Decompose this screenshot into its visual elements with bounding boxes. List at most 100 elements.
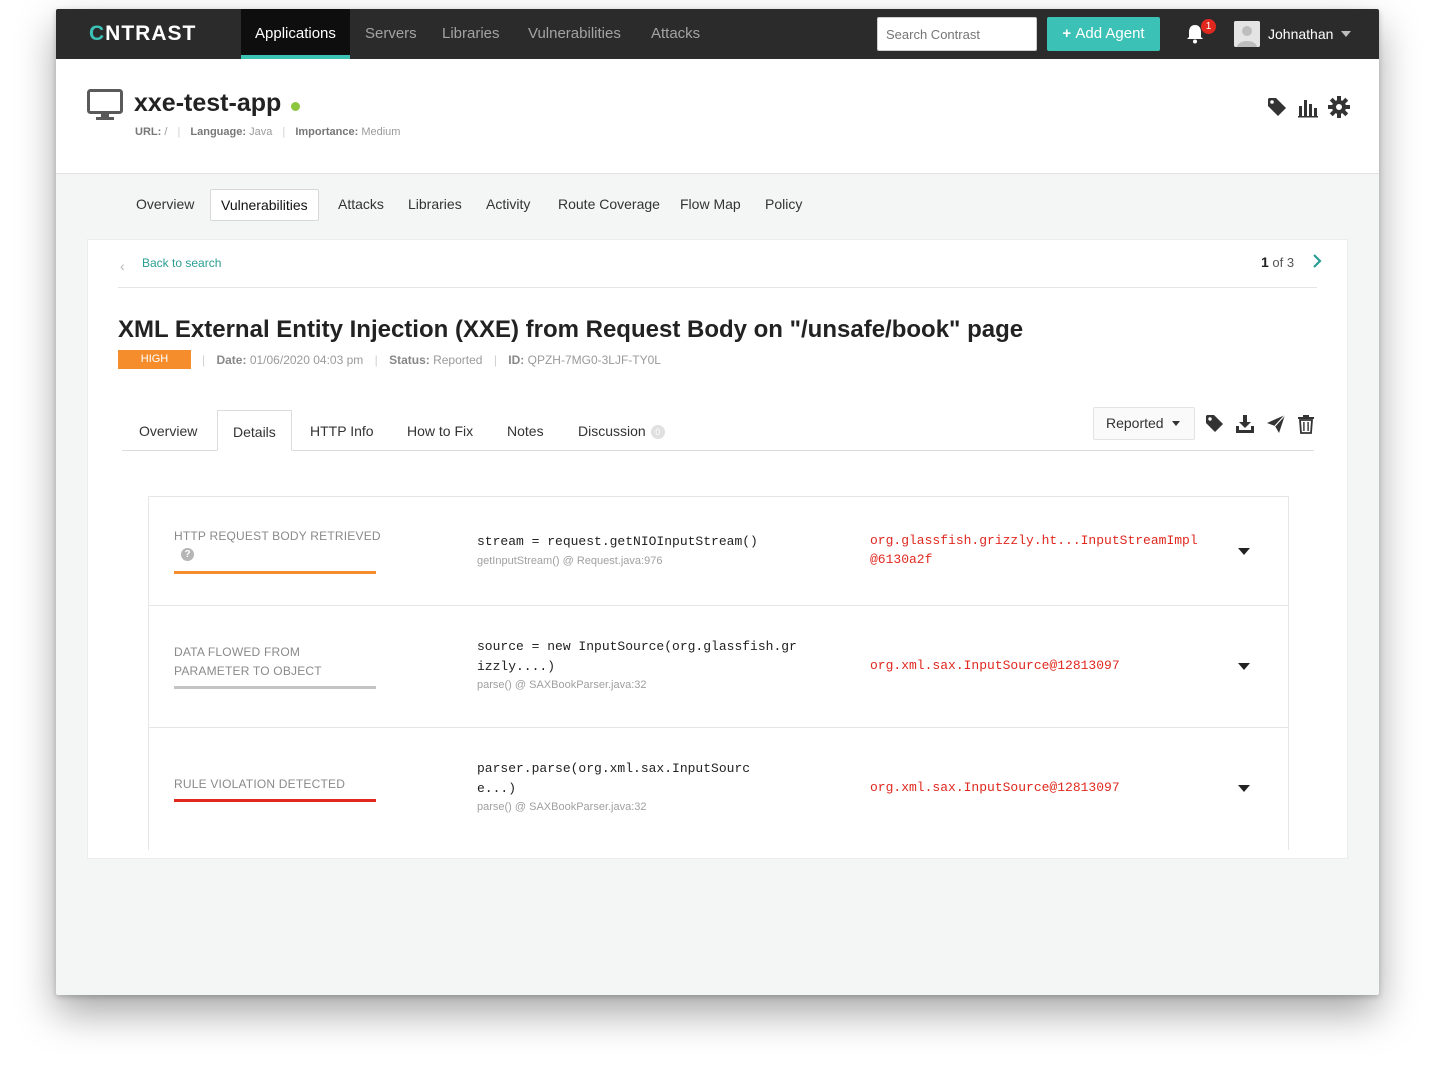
subnav-attacks[interactable]: Attacks xyxy=(338,189,384,221)
status-label: Status: xyxy=(389,353,430,367)
importance-value: Medium xyxy=(361,126,401,138)
gear-icon[interactable] xyxy=(1328,96,1350,118)
vulnerability-card: ‹ Back to search 1 of 3 XML External Ent… xyxy=(87,239,1348,859)
top-navbar: C NTRAST Applications Servers Libraries V… xyxy=(56,9,1379,59)
language-label: Language: xyxy=(190,126,247,138)
id-value: QPZH-7MG0-3LJF-TY0L xyxy=(527,353,661,367)
tab-how-to-fix[interactable]: How to Fix xyxy=(407,410,473,451)
trace-location: getInputStream() @ Request.java:976 xyxy=(477,555,663,567)
meta-separator: | xyxy=(493,353,497,367)
nav-attacks[interactable]: Attacks xyxy=(651,9,700,59)
id-label: ID: xyxy=(508,353,525,367)
trace-step-name: HTTP REQUEST BODY RETRIEVED xyxy=(174,529,381,543)
trace-object: org.xml.sax.InputSource@12813097 xyxy=(870,658,1120,673)
meta-separator: | xyxy=(282,126,286,138)
subnav-overview[interactable]: Overview xyxy=(136,189,194,221)
subnav-policy[interactable]: Policy xyxy=(765,189,802,221)
add-agent-label: Add Agent xyxy=(1075,25,1145,42)
trace-location: parse() @ SAXBookParser.java:32 xyxy=(477,679,647,691)
app-header: xxe-test-app URL: / | Language: Java | I… xyxy=(56,59,1379,174)
tab-discussion-label: Discussion xyxy=(578,423,646,439)
severity-badge: HIGH xyxy=(118,350,191,369)
trace-events: HTTP REQUEST BODY RETRIEVED ? stream = r… xyxy=(148,496,1289,850)
pager-current: 1 xyxy=(1261,254,1269,270)
importance-label: Importance: xyxy=(295,126,359,138)
pager: 1 of 3 xyxy=(1261,254,1294,270)
nav-applications[interactable]: Applications xyxy=(241,9,350,59)
back-to-search-link[interactable]: Back to search xyxy=(142,256,221,270)
trace-step-bar xyxy=(174,799,376,802)
search-input[interactable] xyxy=(877,17,1037,51)
trace-step-bar xyxy=(174,571,376,574)
date-label: Date: xyxy=(216,353,247,367)
subnav-flow-map[interactable]: Flow Map xyxy=(680,189,741,221)
tab-details[interactable]: Details xyxy=(217,410,292,451)
trace-location: parse() @ SAXBookParser.java:32 xyxy=(477,801,647,813)
nav-servers[interactable]: Servers xyxy=(365,9,417,59)
expand-caret-icon[interactable] xyxy=(1238,785,1250,792)
trace-object: org.glassfish.grizzly.ht...InputStreamIm… xyxy=(870,533,1198,567)
tag-icon[interactable] xyxy=(1205,414,1225,434)
trace-event-row[interactable]: RULE VIOLATION DETECTED parser.parse(org… xyxy=(149,728,1288,850)
tab-discussion[interactable]: Discussion 0 xyxy=(578,410,665,451)
send-icon[interactable] xyxy=(1266,414,1286,434)
status-dropdown-value: Reported xyxy=(1106,415,1164,431)
trace-event-row[interactable]: HTTP REQUEST BODY RETRIEVED ? stream = r… xyxy=(149,497,1288,606)
trace-code: stream = request.getNIOInputStream() xyxy=(477,534,758,549)
trash-icon[interactable] xyxy=(1296,414,1316,434)
expand-caret-icon[interactable] xyxy=(1238,548,1250,555)
trace-step-name: DATA FLOWED FROM PARAMETER TO OBJECT xyxy=(174,645,322,678)
tab-overview[interactable]: Overview xyxy=(139,410,197,451)
notification-badge: 1 xyxy=(1201,19,1216,34)
language-value: Java xyxy=(249,126,273,138)
app-status-indicator xyxy=(291,102,300,111)
trace-code: parser.parse(org.xml.sax.InputSource...) xyxy=(477,761,751,796)
subnav-route-coverage[interactable]: Route Coverage xyxy=(558,189,660,221)
username[interactable]: Johnathan xyxy=(1268,9,1333,59)
trace-code: source = new InputSource(org.glassfish.g… xyxy=(477,639,797,674)
logo-text: NTRAST xyxy=(105,22,197,45)
expand-caret-icon[interactable] xyxy=(1238,663,1250,670)
user-menu-caret-icon[interactable] xyxy=(1341,31,1351,37)
subnav-vulnerabilities[interactable]: Vulnerabilities xyxy=(210,189,319,221)
download-icon[interactable] xyxy=(1235,414,1255,434)
status-dropdown[interactable]: Reported xyxy=(1093,407,1195,440)
trace-step-bar xyxy=(174,686,376,689)
bar-chart-icon[interactable] xyxy=(1297,96,1319,118)
chevron-right-icon[interactable] xyxy=(1311,253,1323,269)
vulnerability-meta: | Date: 01/06/2020 04:03 pm | Status: Re… xyxy=(202,353,661,367)
monitor-icon xyxy=(87,89,123,120)
add-agent-button[interactable]: + Add Agent xyxy=(1047,17,1160,51)
discussion-count-badge: 0 xyxy=(650,425,665,440)
trace-step-name: RULE VIOLATION DETECTED xyxy=(174,777,346,791)
tag-icon[interactable] xyxy=(1266,96,1288,118)
avatar[interactable] xyxy=(1234,21,1260,47)
help-icon[interactable]: ? xyxy=(181,548,194,561)
vulnerability-title: XML External Entity Injection (XXE) from… xyxy=(118,316,1024,343)
nav-libraries[interactable]: Libraries xyxy=(442,9,500,59)
nav-vulnerabilities[interactable]: Vulnerabilities xyxy=(528,9,621,59)
date-value: 01/06/2020 04:03 pm xyxy=(249,353,364,367)
divider xyxy=(118,287,1317,288)
tab-notes[interactable]: Notes xyxy=(507,410,544,451)
plus-icon: + xyxy=(1062,25,1072,42)
app-title: xxe-test-app xyxy=(134,89,282,117)
url-label: URL: xyxy=(135,126,162,138)
subnav-libraries[interactable]: Libraries xyxy=(408,189,462,221)
meta-separator: | xyxy=(177,126,181,138)
chevron-left-icon[interactable]: ‹ xyxy=(120,258,125,274)
caret-down-icon xyxy=(1172,421,1180,426)
logo-c: C xyxy=(89,22,106,45)
meta-separator: | xyxy=(202,353,206,367)
subnav-activity[interactable]: Activity xyxy=(486,189,530,221)
tab-http-info[interactable]: HTTP Info xyxy=(310,410,374,451)
browser-window: C NTRAST Applications Servers Libraries V… xyxy=(56,9,1379,995)
url-value: / xyxy=(164,126,168,138)
contrast-logo[interactable]: C NTRAST xyxy=(89,21,196,47)
trace-object: org.xml.sax.InputSource@12813097 xyxy=(870,780,1120,795)
app-meta: URL: / | Language: Java | Importance: Me… xyxy=(135,126,400,138)
trace-event-row[interactable]: DATA FLOWED FROM PARAMETER TO OBJECT sou… xyxy=(149,606,1288,728)
status-value: Reported xyxy=(433,353,483,367)
meta-separator: | xyxy=(374,353,378,367)
user-silhouette-icon xyxy=(1234,21,1260,47)
